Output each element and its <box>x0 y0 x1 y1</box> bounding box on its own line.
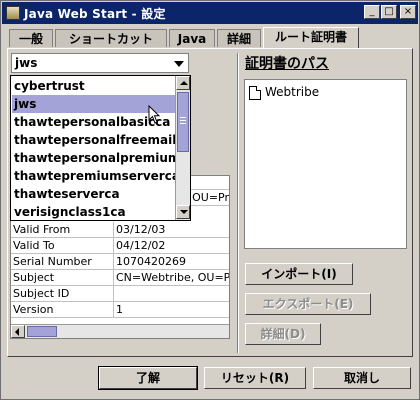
certificate-combo[interactable]: jws <box>11 53 189 73</box>
import-button[interactable]: インポート(I) <box>245 263 353 285</box>
ok-button[interactable]: 了解 <box>98 366 198 390</box>
panel-divider[interactable] <box>237 53 239 353</box>
export-button[interactable]: エクスポート(E) <box>245 293 371 315</box>
scrollbar-thumb[interactable] <box>177 92 189 152</box>
table-row[interactable]: Subject CN=Webtribe, OU=Pr <box>11 270 229 286</box>
table-cell-value: 1 <box>113 302 229 318</box>
tab-shortcut[interactable]: ショートカット <box>55 29 167 47</box>
window-title: Java Web Start - 設定 <box>24 6 166 21</box>
certificate-dropdown-list: cybertrust jws thawtepersonalbasicca tha… <box>10 75 191 221</box>
table-horizontal-scrollbar[interactable] <box>11 324 229 338</box>
tab-advanced[interactable]: 詳細 <box>217 29 261 47</box>
table-row[interactable]: Valid From 03/12/03 <box>11 222 229 238</box>
dropdown-item[interactable]: thawtepremiumserverca <box>12 167 180 185</box>
mouse-cursor-icon <box>148 105 161 124</box>
dropdown-item[interactable]: verisignclass1ca <box>12 203 176 220</box>
dropdown-vertical-scrollbar[interactable] <box>175 76 190 220</box>
scroll-left-button[interactable] <box>11 325 25 338</box>
table-row[interactable]: Subject ID <box>11 286 229 302</box>
arrow-left-icon <box>15 328 19 336</box>
table-cell-value: 04/12/02 <box>113 238 229 254</box>
table-cell-value: CN=Webtribe, OU=Pr <box>113 270 229 286</box>
cert-path-title: 証明書のパス <box>245 56 329 72</box>
table-cell-value <box>113 286 229 302</box>
tab-general[interactable]: 一般 <box>9 29 53 47</box>
tab-root-certificates[interactable]: ルート証明書 <box>263 27 359 49</box>
cert-path-tree: Webtribe <box>244 79 407 249</box>
arrow-up-icon <box>180 81 188 85</box>
dropdown-item[interactable]: thawtepersonalpremiumca <box>12 149 190 167</box>
reset-button[interactable]: リセット(R) <box>204 367 306 389</box>
document-icon <box>249 86 261 100</box>
table-cell-key: Valid To <box>13 239 55 252</box>
maximize-button[interactable]: □ <box>381 5 397 19</box>
cancel-button[interactable]: 取消し <box>313 367 411 389</box>
tab-java[interactable]: Java <box>169 29 215 47</box>
title-bar[interactable]: Java Web Start - 設定 <box>2 2 418 24</box>
details-button[interactable]: 詳細(D) <box>245 323 321 345</box>
table-cell-key: Subject ID <box>13 287 70 300</box>
table-cell-key: Serial Number <box>13 255 92 268</box>
table-row[interactable]: Valid To 04/12/02 <box>11 238 229 254</box>
dropdown-item[interactable]: thawtepersonalfreemailca <box>12 131 190 149</box>
table-cell-key: Subject <box>13 271 55 284</box>
cert-path-item[interactable]: Webtribe <box>265 85 319 99</box>
scroll-up-button[interactable] <box>176 76 190 90</box>
table-row[interactable]: Version 1 <box>11 302 229 318</box>
java-app-icon <box>6 6 20 20</box>
scroll-down-button[interactable] <box>176 205 190 219</box>
dropdown-item[interactable]: cybertrust <box>12 77 176 95</box>
grip-line <box>180 117 186 118</box>
minimize-button[interactable]: _ <box>364 5 380 19</box>
table-cell-value: 03/12/03 <box>113 222 229 238</box>
table-cell-key: Valid From <box>13 223 71 236</box>
scrollbar-thumb[interactable] <box>27 326 57 337</box>
grip-line <box>180 123 186 124</box>
arrow-down-icon <box>180 210 188 214</box>
grip-line <box>180 120 186 121</box>
tab-strip: 一般 ショートカット Java 詳細 ルート証明書 <box>7 27 417 49</box>
combo-selected-value: jws <box>15 56 38 70</box>
table-row[interactable]: Serial Number 1070420269 <box>11 254 229 270</box>
chevron-down-icon[interactable] <box>174 61 184 67</box>
settings-window: Java Web Start - 設定 _ □ × 一般 ショートカット Jav… <box>0 0 420 400</box>
table-cell-key: Version <box>13 303 54 316</box>
dropdown-item[interactable]: thawteserverca <box>12 185 176 203</box>
table-cell-value: 1070420269 <box>113 254 229 270</box>
close-button[interactable]: × <box>400 5 416 19</box>
